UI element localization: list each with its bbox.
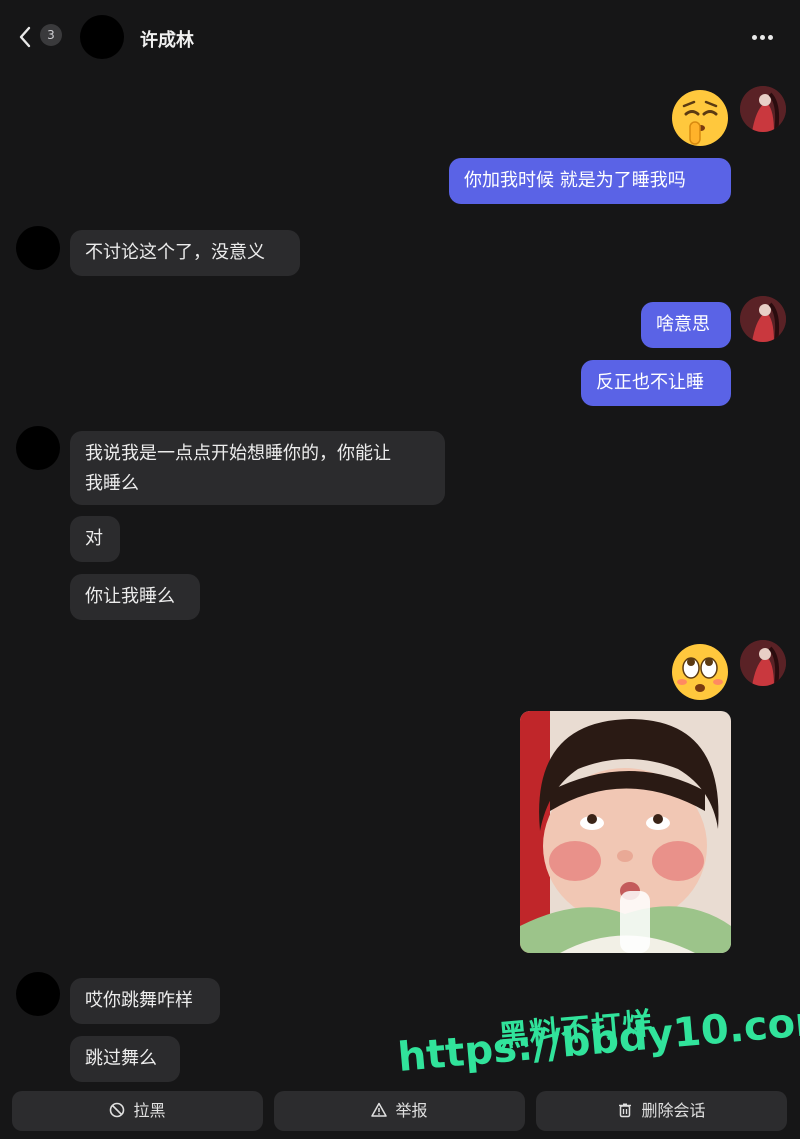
outgoing-message[interactable]: 反正也不让睡 (581, 360, 731, 406)
outgoing-message[interactable]: 你加我时候 就是为了睡我吗 (449, 158, 731, 204)
my-avatar[interactable] (740, 296, 786, 342)
warning-icon (371, 1102, 388, 1117)
incoming-message[interactable]: 你让我睡么 (70, 574, 200, 620)
chevron-left-icon (19, 26, 31, 48)
baby-photo-image (520, 711, 731, 953)
more-options-button[interactable] (752, 35, 780, 43)
message-line: 我说我是一点点开始想睡你的，你能让 (85, 443, 391, 464)
my-avatar[interactable] (740, 640, 786, 686)
shushing-face-emoji[interactable] (668, 86, 732, 150)
more-dot-icon (752, 35, 757, 40)
delete-conversation-button[interactable]: 删除会话 (536, 1091, 787, 1131)
chat-header: 3 许成林 (0, 0, 800, 70)
rolling-eyes-emoji[interactable] (668, 640, 732, 704)
block-label: 拉黑 (133, 1101, 166, 1120)
contact-avatar[interactable] (80, 15, 124, 59)
crying-baby-sticker[interactable] (520, 711, 731, 953)
contact-message-avatar[interactable] (16, 426, 60, 470)
incoming-message[interactable]: 我说我是一点点开始想睡你的，你能让 我睡么 (70, 431, 445, 505)
block-button[interactable]: 拉黑 (12, 1091, 263, 1131)
more-dot-icon (760, 35, 765, 40)
my-avatar-image (740, 296, 786, 342)
incoming-message[interactable]: 哎你跳舞咋样 (70, 978, 220, 1024)
contact-name: 许成林 (140, 30, 194, 51)
incoming-message[interactable]: 不讨论这个了，没意义 (70, 230, 300, 276)
my-avatar-image (740, 640, 786, 686)
outgoing-message[interactable]: 啥意思 (641, 302, 731, 348)
trash-icon (619, 1103, 632, 1118)
contact-message-avatar[interactable] (16, 972, 60, 1016)
report-button[interactable]: 举报 (274, 1091, 525, 1131)
message-line: 我睡么 (85, 473, 139, 494)
back-button[interactable]: 3 (18, 24, 68, 52)
unread-count-badge: 3 (40, 24, 62, 46)
more-dot-icon (768, 35, 773, 40)
block-icon (110, 1102, 125, 1118)
incoming-message[interactable]: 跳过舞么 (70, 1036, 180, 1082)
my-avatar-image (740, 86, 786, 132)
bottom-action-bar: 拉黑 举报 删除会话 (0, 1085, 800, 1139)
delete-conversation-label: 删除会话 (641, 1101, 706, 1120)
contact-message-avatar[interactable] (16, 226, 60, 270)
incoming-message[interactable]: 对 (70, 516, 120, 562)
report-label: 举报 (395, 1101, 428, 1120)
my-avatar[interactable] (740, 86, 786, 132)
